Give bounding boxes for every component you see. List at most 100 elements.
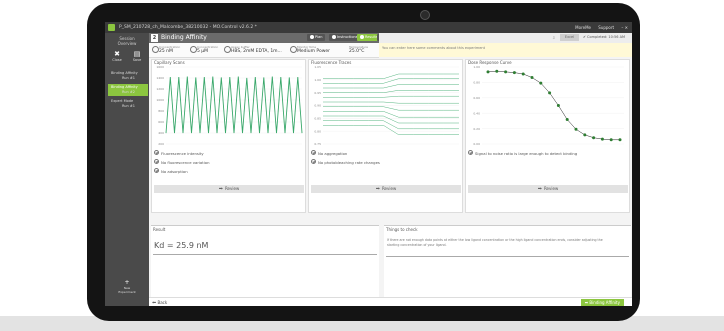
dose-point [548,91,552,95]
arrow-left-icon: ⬅ [152,300,157,306]
step-title: Binding Affinity [161,34,207,41]
check-icon [154,159,159,164]
parameters-bar: Concentration 25 nM Concentration 5 µM Ass… [149,43,379,58]
next-step-button[interactable]: ➡ Binding Affinity [580,299,624,306]
dose-point [592,136,596,140]
plan-icon [310,34,314,39]
divider [153,254,377,255]
y-tick-label: 1400 [156,76,164,80]
param-temperature: Temperature 25.0°C [349,45,369,54]
y-tick-label: 200 [158,142,164,146]
close-button[interactable]: ✖ Close [109,50,125,62]
target-icon [152,46,159,53]
dose-point [618,138,622,142]
step-header: 2 Binding Affinity Plan Instructions Res… [149,33,401,43]
step-header-right: ⇩ Excel ✔ Completed: 10:56 AM [379,33,632,43]
webcam [420,10,430,20]
excel-button[interactable]: Excel [560,34,579,41]
new-experiment-button[interactable]: + New Experiment [117,280,137,295]
sidebar-heading: Session Overview [117,36,137,46]
kd-value: Kd = 25.9 nM [154,241,209,250]
traces-review-button[interactable]: ➡ Review [311,185,461,193]
trace-series-line [323,84,459,89]
trace-series-line [323,125,459,135]
dose-point [495,69,499,73]
things-title: Things to check [386,227,418,232]
y-tick-label: 0.60 [473,96,480,100]
footer-bar: ⬅ Back ➡ Binding Affinity [149,297,632,306]
sidebar-step-binding-affinity-2[interactable]: Binding Affinity Run #2 [108,84,148,96]
dose-point [556,104,560,107]
capillary-review-button[interactable]: ➡ Review [154,185,304,193]
capillary-chart: 1600 1400 1200 1000 800 600 400 200 [156,65,303,146]
y-tick-label: 0.00 [473,142,480,146]
y-tick-label: 0.90 [314,104,321,108]
sidebar-step-expert-mode[interactable]: Expert Mode Run #1 [108,98,148,110]
dose-point [521,72,525,76]
app-window: P_SM_210728_ch_Malcombe_38210032 - MO.Co… [105,22,632,306]
check-icon [311,150,316,155]
y-tick-label: 0.80 [314,129,321,133]
check-icon [154,150,159,155]
moreme-link[interactable]: MoreMe [575,25,591,30]
y-tick-label: 0.75 [314,142,321,146]
check-icon [154,168,159,173]
things-to-check-section: Things to check If there are not enough … [384,225,631,299]
dose-review-button[interactable]: ➡ Review [468,185,628,193]
back-button[interactable]: ⬅ Back [152,299,167,306]
capillary-series-line [165,76,303,134]
param-monitor-time: Monitor time Medium Power [290,45,330,54]
check-fluorescence-intensity: Fluorescence intensity [154,150,294,156]
result-title: Result [153,227,166,232]
y-tick-label: 1200 [156,87,164,91]
tab-instructions[interactable]: Instructions [329,34,361,41]
dose-point [539,81,543,85]
y-tick-label: 0.95 [314,91,321,95]
sidebar-step-binding-affinity-1[interactable]: Binding Affinity Run #1 [108,70,148,82]
dose-point [486,70,490,74]
export-icon[interactable]: ⇩ [552,35,555,41]
dose-response-chart: 1.00 0.80 0.60 0.40 0.20 0.00 [473,65,624,146]
trace-series-line [323,90,459,93]
support-link[interactable]: Support [598,25,614,30]
dose-point [574,127,578,131]
traces-chart: 1.05 1.00 0.95 0.90 0.85 0.80 0.75 [314,65,459,146]
tab-plan[interactable]: Plan [307,34,326,41]
y-tick-label: 1.05 [314,65,321,69]
y-tick-label: 0.80 [473,81,480,85]
check-no-variation: No fluorescence variation [154,159,294,165]
y-tick-label: 0.20 [473,127,480,131]
arrow-right-icon: ➡ [218,186,223,192]
save-icon: ▤ [133,50,141,58]
buffer-icon [224,46,231,53]
y-tick-label: 1.00 [473,65,480,69]
trace-series-line [323,120,459,130]
window-title: P_SM_210728_ch_Malcombe_38210032 - MO.Co… [119,25,257,30]
check-icon [468,150,473,155]
dose-point [512,71,516,75]
dose-point [504,70,508,74]
window-controls-icon[interactable]: – ✕ [621,25,628,30]
dose-point [583,133,587,137]
param-ligand-conc: Concentration 5 µM [190,45,218,54]
y-tick-label: 0.40 [473,111,480,115]
check-no-photobleaching: No photobleaching rate changes [311,159,451,165]
comments-field[interactable]: You can enter here some comments about t… [379,43,632,57]
completed-status: ✔ Completed: 10:56 AM [583,35,626,39]
y-tick-label: 1600 [156,65,164,69]
check-no-aggregation: No aggregation [311,150,451,156]
title-bar: P_SM_210728_ch_Malcombe_38210032 - MO.Co… [105,22,632,33]
result-section: Result Kd = 25.9 nM [151,225,379,299]
divider [386,256,629,257]
close-icon: ✖ [114,50,120,58]
fit-curve [487,70,620,141]
arrow-right-icon: ➡ [375,186,380,192]
save-button[interactable]: ▤ Save [129,50,145,62]
dose-point [600,137,604,141]
trace-series-line [323,106,459,111]
arrow-right-icon: ➡ [537,186,542,192]
sidebar: Session Overview ✖ Close ▤ Save Binding … [105,33,149,306]
y-tick-label: 800 [158,109,164,113]
trace-series-line [323,78,459,84]
things-text: If there are not enough data points at e… [387,238,603,247]
